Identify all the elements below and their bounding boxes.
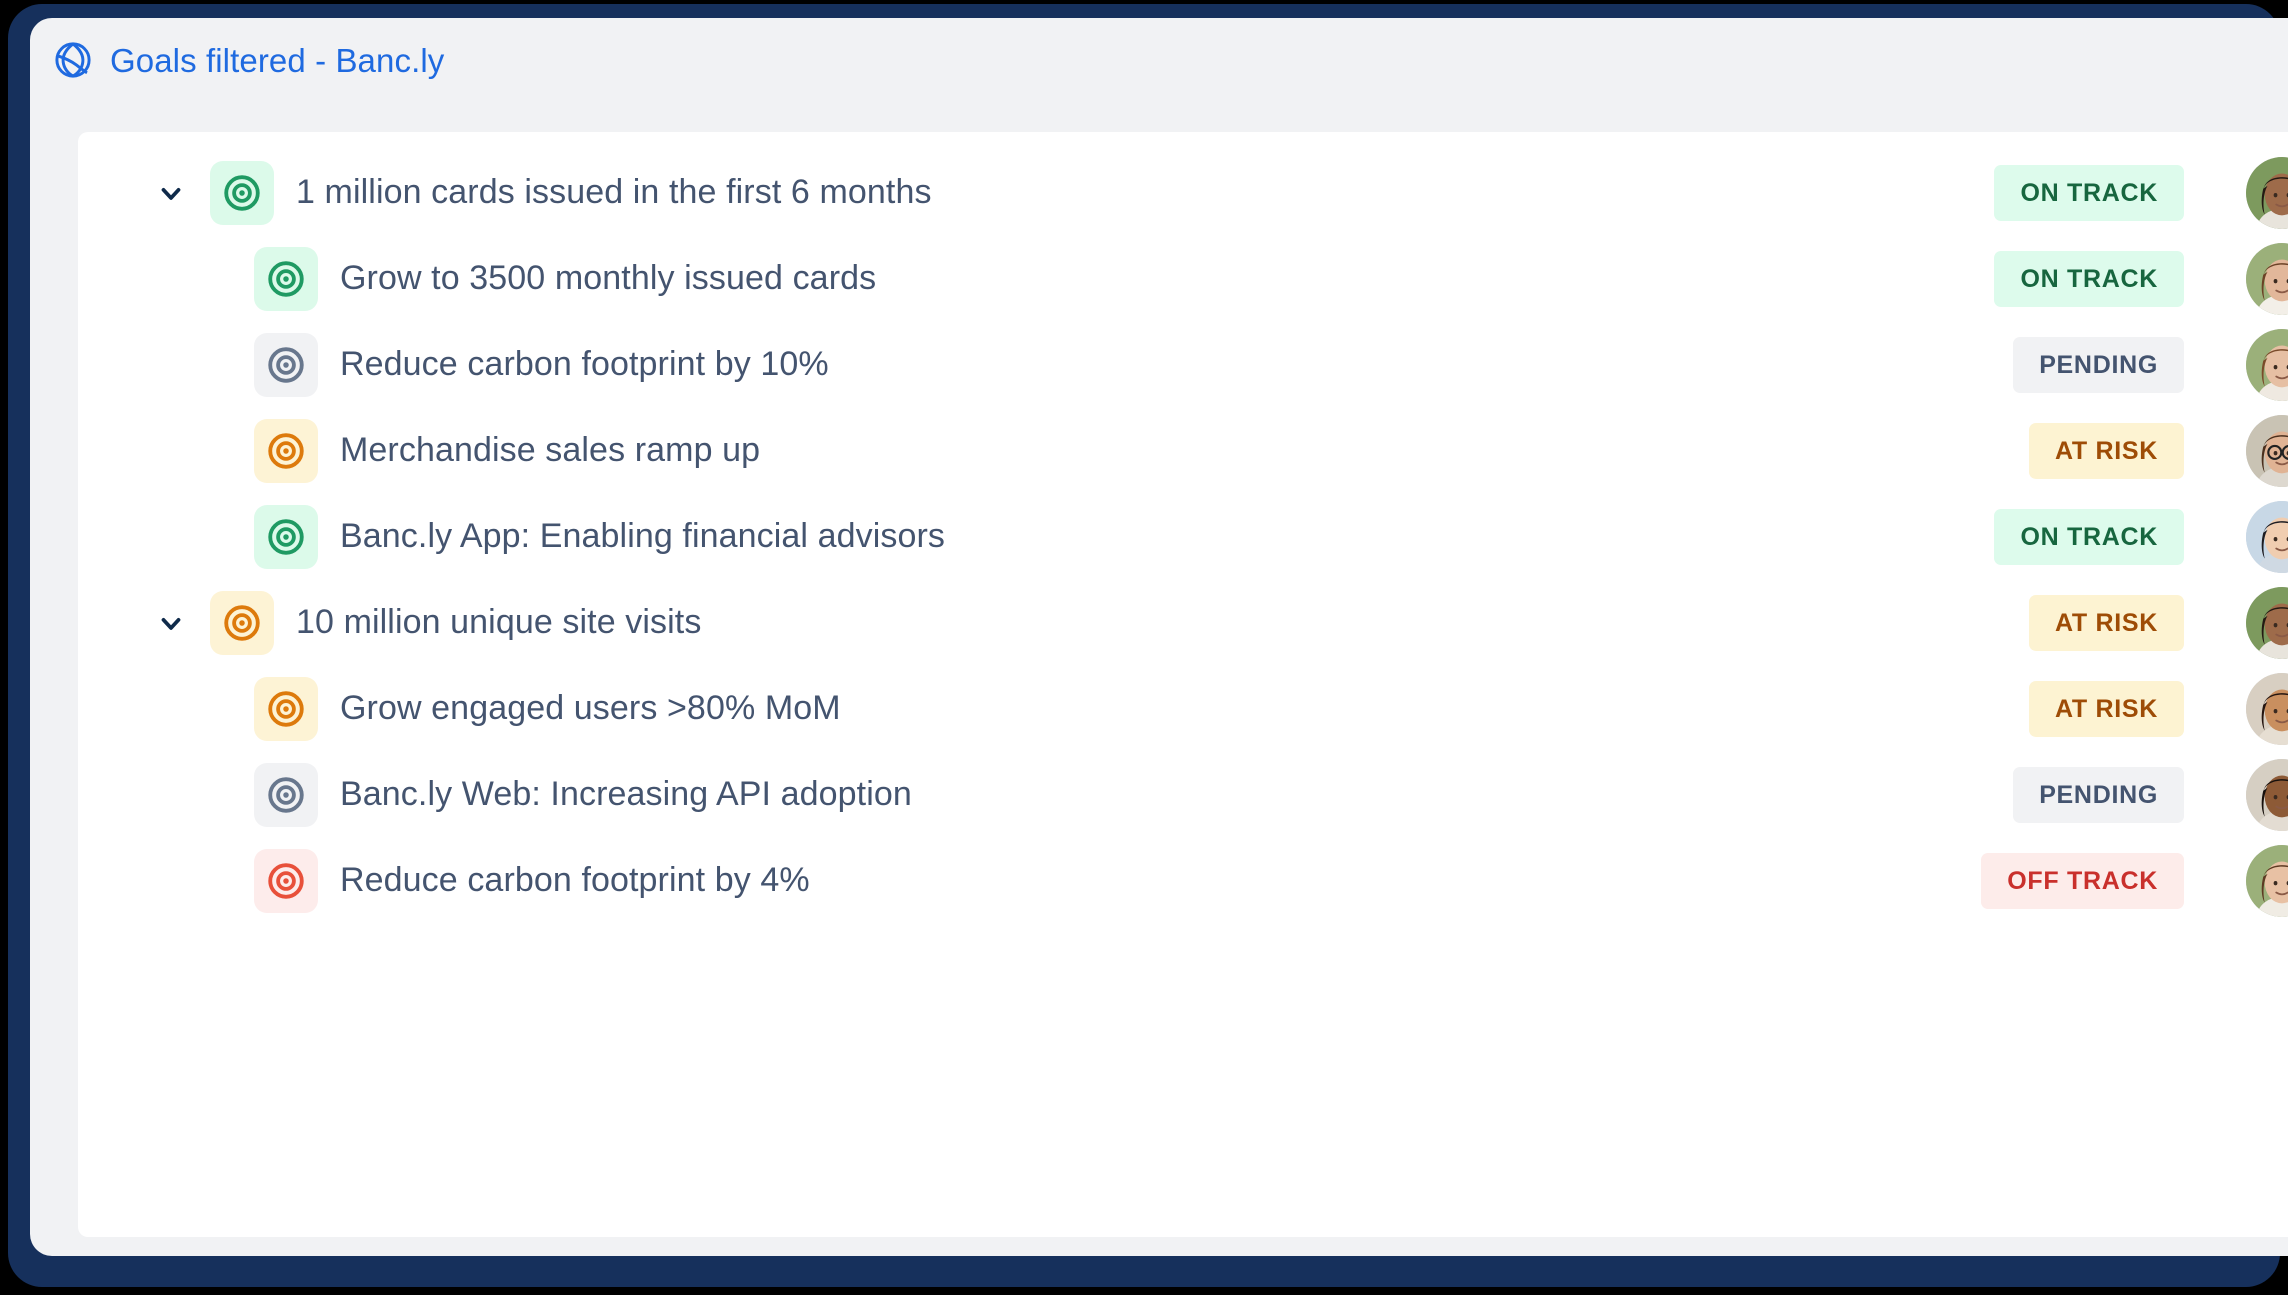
- status-badge[interactable]: PENDING: [2013, 337, 2184, 393]
- status-badge[interactable]: ON TRACK: [1994, 251, 2184, 307]
- avatar[interactable]: [2246, 759, 2288, 831]
- status-badge[interactable]: ON TRACK: [1994, 165, 2184, 221]
- avatar[interactable]: [2246, 501, 2288, 573]
- row-right-cluster: OFF TRACK: [1981, 838, 2288, 924]
- goal-row-child[interactable]: Banc.ly Web: Increasing API adoption PEND…: [78, 752, 2288, 838]
- panel-header: Goals filtered - Banc.ly: [30, 18, 2288, 100]
- goal-name[interactable]: Grow engaged users >80% MoM: [340, 689, 841, 727]
- target-icon: [254, 505, 318, 569]
- goal-row-child[interactable]: Grow to 3500 monthly issued cards ON TRAC…: [78, 236, 2288, 322]
- row-right-cluster: ON TRACK: [1994, 150, 2288, 236]
- goal-name[interactable]: Banc.ly Web: Increasing API adoption: [340, 775, 912, 813]
- status-badge[interactable]: OFF TRACK: [1981, 853, 2184, 909]
- avatar[interactable]: [2246, 329, 2288, 401]
- avatar[interactable]: [2246, 587, 2288, 659]
- status-badge[interactable]: AT RISK: [2028, 681, 2184, 737]
- goal-name[interactable]: Banc.ly App: Enabling financial advisors: [340, 517, 945, 555]
- goal-row-child[interactable]: Merchandise sales ramp up AT RISK: [78, 408, 2288, 494]
- status-badge[interactable]: AT RISK: [2028, 423, 2184, 479]
- avatar[interactable]: [2246, 673, 2288, 745]
- goal-name[interactable]: 10 million unique site visits: [296, 603, 701, 641]
- avatar[interactable]: [2246, 157, 2288, 229]
- target-icon: [254, 763, 318, 827]
- goal-row-parent[interactable]: 10 million unique site visits AT RISK: [78, 580, 2288, 666]
- row-right-cluster: ON TRACK: [1994, 236, 2288, 322]
- target-icon: [254, 849, 318, 913]
- goal-name[interactable]: 1 million cards issued in the first 6 mo…: [296, 173, 932, 211]
- goal-name[interactable]: Reduce carbon footprint by 4%: [340, 861, 810, 899]
- goal-name[interactable]: Grow to 3500 monthly issued cards: [340, 259, 876, 297]
- target-icon: [210, 161, 274, 225]
- target-icon: [210, 591, 274, 655]
- goal-name[interactable]: Reduce carbon footprint by 10%: [340, 345, 829, 383]
- atlas-globe-icon: [52, 39, 94, 81]
- goal-name[interactable]: Merchandise sales ramp up: [340, 431, 760, 469]
- row-right-cluster: AT RISK: [2028, 580, 2288, 666]
- goal-row-parent[interactable]: 1 million cards issued in the first 6 mo…: [78, 150, 2288, 236]
- goal-row-child[interactable]: Reduce carbon footprint by 10% PENDING: [78, 322, 2288, 408]
- avatar[interactable]: [2246, 243, 2288, 315]
- row-right-cluster: PENDING: [2013, 322, 2288, 408]
- goals-list: 1 million cards issued in the first 6 mo…: [78, 132, 2288, 924]
- chevron-down-icon[interactable]: [148, 600, 194, 646]
- row-right-cluster: ON TRACK: [1994, 494, 2288, 580]
- page-title: Goals filtered - Banc.ly: [110, 41, 445, 79]
- target-icon: [254, 333, 318, 397]
- row-right-cluster: AT RISK: [2028, 408, 2288, 494]
- avatar[interactable]: [2246, 415, 2288, 487]
- goal-row-child[interactable]: Banc.ly App: Enabling financial advisors…: [78, 494, 2288, 580]
- status-badge[interactable]: PENDING: [2013, 767, 2184, 823]
- goal-row-child[interactable]: Grow engaged users >80% MoM AT RISK: [78, 666, 2288, 752]
- goal-row-child[interactable]: Reduce carbon footprint by 4% OFF TRACK: [78, 838, 2288, 924]
- app-panel: Goals filtered - Banc.ly 1 million cards…: [30, 18, 2288, 1256]
- status-badge[interactable]: AT RISK: [2028, 595, 2184, 651]
- chevron-down-icon[interactable]: [148, 170, 194, 216]
- target-icon: [254, 247, 318, 311]
- device-frame: Goals filtered - Banc.ly 1 million cards…: [8, 4, 2288, 1287]
- avatar[interactable]: [2246, 845, 2288, 917]
- goals-card: 1 million cards issued in the first 6 mo…: [78, 132, 2288, 1237]
- row-right-cluster: PENDING: [2013, 752, 2288, 838]
- status-badge[interactable]: ON TRACK: [1994, 509, 2184, 565]
- target-icon: [254, 419, 318, 483]
- target-icon: [254, 677, 318, 741]
- row-right-cluster: AT RISK: [2028, 666, 2288, 752]
